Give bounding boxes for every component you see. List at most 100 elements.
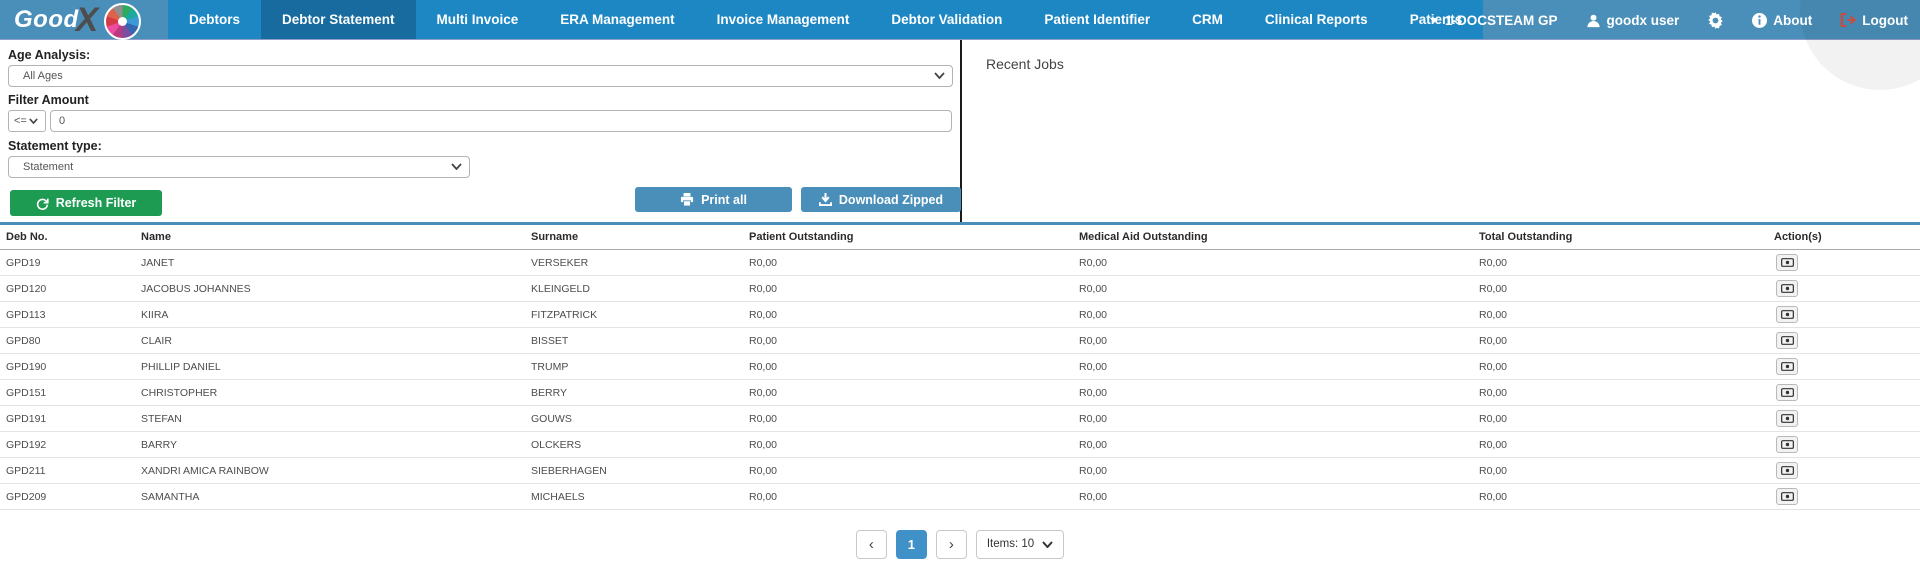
cell-total-outstanding: R0,00 (1473, 465, 1768, 477)
cell-patient-outstanding: R0,00 (743, 387, 1073, 399)
column-header-total-outstanding: Total Outstanding (1473, 231, 1768, 243)
about-link[interactable]: About (1752, 13, 1812, 28)
view-statement-button[interactable] (1776, 332, 1798, 349)
cell-medical-aid-outstanding: R0,00 (1073, 257, 1473, 269)
cell-actions (1768, 488, 1920, 505)
refresh-icon (36, 197, 49, 210)
nav-tab-crm[interactable]: CRM (1171, 0, 1244, 39)
cell-medical-aid-outstanding: R0,00 (1073, 335, 1473, 347)
cell-deb-no: GPD211 (0, 465, 135, 477)
view-statement-button[interactable] (1776, 462, 1798, 479)
print-all-button[interactable]: Print all (635, 187, 792, 212)
user-icon (1586, 13, 1601, 28)
filter-amount-label: Filter Amount (8, 93, 952, 107)
column-header-deb-no-: Deb No. (0, 231, 135, 243)
refresh-filter-label: Refresh Filter (56, 196, 137, 210)
view-statement-button[interactable] (1776, 358, 1798, 375)
download-zipped-button[interactable]: Download Zipped (801, 187, 961, 212)
table-row: GPD211XANDRI AMICA RAINBOWSIEBERHAGENR0,… (0, 458, 1920, 484)
nav-tab-multi-invoice[interactable]: Multi Invoice (416, 0, 540, 39)
age-analysis-label: Age Analysis: (8, 48, 952, 62)
print-actions: Print all Download Zipped (635, 187, 961, 212)
cell-total-outstanding: R0,00 (1473, 309, 1768, 321)
cell-medical-aid-outstanding: R0,00 (1073, 491, 1473, 503)
view-statement-button[interactable] (1776, 384, 1798, 401)
next-page-button[interactable]: › (936, 530, 967, 559)
money-bill-icon (1781, 388, 1794, 397)
chevron-down-icon (934, 70, 945, 82)
nav-tab-debtor-validation[interactable]: Debtor Validation (870, 0, 1023, 39)
cell-actions (1768, 306, 1920, 323)
filter-operator-select[interactable]: <= (8, 110, 46, 132)
cell-deb-no: GPD19 (0, 257, 135, 269)
view-statement-button[interactable] (1776, 488, 1798, 505)
cell-name: BARRY (135, 439, 525, 451)
view-statement-button[interactable] (1776, 410, 1798, 427)
cell-surname: VERSEKER (525, 257, 743, 269)
logout-label: Logout (1862, 13, 1908, 28)
table-row: GPD151CHRISTOPHERBERRYR0,00R0,00R0,00 (0, 380, 1920, 406)
cell-medical-aid-outstanding: R0,00 (1073, 465, 1473, 477)
cell-deb-no: GPD191 (0, 413, 135, 425)
cell-name: STEFAN (135, 413, 525, 425)
user-menu[interactable]: goodx user (1586, 13, 1680, 28)
nav-tab-debtors[interactable]: Debtors (168, 0, 261, 39)
view-statement-button[interactable] (1776, 280, 1798, 297)
nav-tab-debtor-statement[interactable]: Debtor Statement (261, 0, 416, 39)
cell-patient-outstanding: R0,00 (743, 465, 1073, 477)
age-analysis-select[interactable]: All Ages (8, 65, 953, 87)
cell-actions (1768, 332, 1920, 349)
download-icon (819, 193, 832, 206)
logout-button[interactable]: Logout (1840, 13, 1908, 28)
cell-total-outstanding: R0,00 (1473, 257, 1768, 269)
cell-deb-no: GPD209 (0, 491, 135, 503)
filter-amount-row: <= (8, 110, 952, 132)
cell-name: XANDRI AMICA RAINBOW (135, 465, 525, 477)
column-header-medical-aid-outstanding: Medical Aid Outstanding (1073, 231, 1473, 243)
filter-amount-input[interactable] (50, 110, 952, 132)
cell-medical-aid-outstanding: R0,00 (1073, 309, 1473, 321)
cell-medical-aid-outstanding: R0,00 (1073, 439, 1473, 451)
refresh-filter-button[interactable]: Refresh Filter (10, 190, 162, 216)
money-bill-icon (1781, 414, 1794, 423)
nav-tab-era-management[interactable]: ERA Management (539, 0, 695, 39)
cell-medical-aid-outstanding: R0,00 (1073, 283, 1473, 295)
prev-page-button[interactable]: ‹ (856, 530, 887, 559)
table-row: GPD192BARRYOLCKERSR0,00R0,00R0,00 (0, 432, 1920, 458)
cell-patient-outstanding: R0,00 (743, 413, 1073, 425)
cell-total-outstanding: R0,00 (1473, 387, 1768, 399)
view-statement-button[interactable] (1776, 254, 1798, 271)
cell-patient-outstanding: R0,00 (743, 491, 1073, 503)
gear-icon (1707, 12, 1724, 29)
nav-tab-invoice-management[interactable]: Invoice Management (696, 0, 871, 39)
cell-total-outstanding: R0,00 (1473, 283, 1768, 295)
table-row: GPD191STEFANGOUWSR0,00R0,00R0,00 (0, 406, 1920, 432)
cell-surname: GOUWS (525, 413, 743, 425)
practice-selector[interactable]: 1-DOCSTEAM GP (1429, 13, 1558, 28)
column-header-name: Name (135, 231, 525, 243)
statement-type-select[interactable]: Statement (8, 156, 470, 178)
age-analysis-value: All Ages (23, 70, 63, 82)
view-statement-button[interactable] (1776, 306, 1798, 323)
page-1-button[interactable]: 1 (896, 530, 927, 559)
nav-tab-patient-identifier[interactable]: Patient Identifier (1023, 0, 1171, 39)
table-row: GPD80CLAIRBISSETR0,00R0,00R0,00 (0, 328, 1920, 354)
caret-down-icon (1429, 15, 1439, 25)
cell-medical-aid-outstanding: R0,00 (1073, 387, 1473, 399)
cell-actions (1768, 462, 1920, 479)
app-logo[interactable]: GoodX (0, 0, 168, 39)
table-body: GPD19JANETVERSEKERR0,00R0,00R0,00GPD120J… (0, 250, 1920, 510)
cell-surname: SIEBERHAGEN (525, 465, 743, 477)
logo-text-x: X (76, 5, 99, 35)
items-per-page-select[interactable]: Items: 10 (976, 530, 1064, 559)
chevron-down-icon (451, 161, 462, 173)
cell-deb-no: GPD80 (0, 335, 135, 347)
money-bill-icon (1781, 258, 1794, 267)
view-statement-button[interactable] (1776, 436, 1798, 453)
nav-tab-clinical-reports[interactable]: Clinical Reports (1244, 0, 1389, 39)
settings-button[interactable] (1707, 12, 1724, 29)
logout-icon (1840, 13, 1856, 27)
printer-icon (680, 193, 694, 206)
cell-patient-outstanding: R0,00 (743, 257, 1073, 269)
user-name: goodx user (1607, 13, 1680, 28)
